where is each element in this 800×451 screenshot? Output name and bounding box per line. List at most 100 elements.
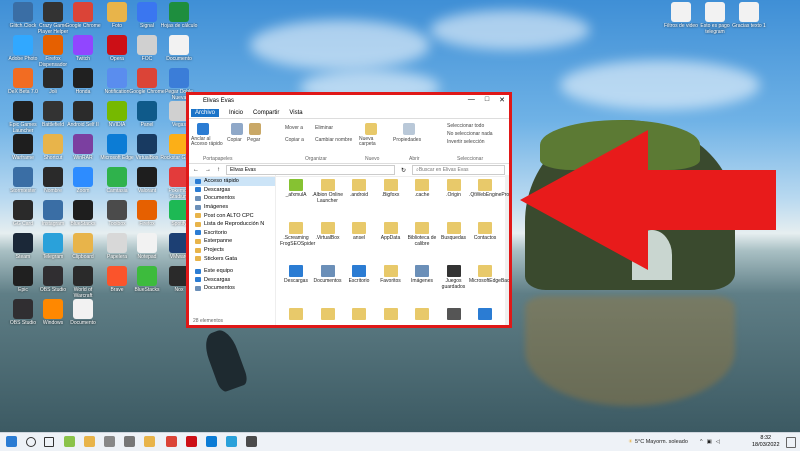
file-item-origin[interactable]: .Origin — [438, 179, 470, 199]
chrome-icon[interactable] — [166, 436, 177, 447]
task-view-icon[interactable] — [44, 437, 54, 447]
handstand-figure — [200, 326, 250, 394]
nav-item-documentos[interactable]: Documentos — [189, 284, 275, 293]
chevron-up-icon[interactable]: ^ — [700, 439, 703, 445]
file-item-juegos-guardados[interactable]: Juegos guardados — [438, 265, 470, 290]
app-2-icon[interactable] — [84, 436, 95, 447]
title-bar[interactable]: Elivas Evas — □ ✕ — [189, 95, 509, 107]
file-item-contactos[interactable]: Contactos — [469, 222, 501, 242]
file-item[interactable] — [469, 308, 501, 322]
network-icon[interactable]: ▣ — [707, 439, 712, 445]
nav-item-documentos[interactable]: Documentos — [189, 194, 275, 203]
volume-icon[interactable]: ◁ — [716, 439, 720, 445]
tab-compartir[interactable]: Compartir — [253, 110, 279, 116]
file-item[interactable] — [406, 308, 438, 322]
file-item-documentos[interactable]: Documentos — [312, 265, 344, 285]
edge-icon[interactable] — [206, 436, 217, 447]
file-item-android[interactable]: .android — [343, 179, 375, 199]
notification-icon[interactable] — [786, 437, 796, 448]
desktop-icon-label: Zoom — [76, 188, 90, 194]
back-icon[interactable]: ← — [193, 167, 199, 173]
tab-archivo[interactable]: Archivo — [191, 108, 220, 117]
tab-inicio[interactable]: Inicio — [229, 110, 243, 116]
file-item-cache[interactable]: .cache — [406, 179, 438, 199]
file-label: .Origin — [446, 192, 461, 198]
file-item-afxmula[interactable]: _afxmulA — [280, 179, 312, 199]
file-item-appdata[interactable]: AppData — [375, 222, 407, 242]
minimize-icon[interactable]: — — [468, 96, 475, 104]
file-item[interactable] — [312, 308, 344, 322]
nav-item-label: Stickers Gata — [204, 255, 238, 262]
select-none-button[interactable]: No seleccionar nada — [447, 131, 493, 137]
nav-item-projects[interactable]: Projects — [189, 246, 275, 255]
nav-item-este-equipo[interactable]: Este equipo — [189, 267, 275, 276]
folder-icon — [320, 179, 335, 191]
nav-item-escritorio[interactable]: Escritorio — [189, 229, 275, 238]
app-6-icon[interactable] — [246, 436, 257, 447]
nav-item-lista-de-reproduccion-n[interactable]: Lista de Reproducción N — [189, 220, 275, 229]
paste-label[interactable]: Pegar — [247, 137, 260, 143]
desktop-icon-documento[interactable]: Documento — [64, 299, 102, 339]
start-icon[interactable] — [6, 436, 17, 447]
search-input[interactable]: ⌕ Buscar en Elivas Evas — [412, 165, 505, 175]
file-item-bigfoxx[interactable]: .Bigfoxx — [375, 179, 407, 199]
new-folder-label[interactable]: Nueva carpeta — [359, 137, 387, 147]
nav-item-imagenes[interactable]: Imágenes — [189, 203, 275, 212]
desktop-icon-gracias-texto-1[interactable]: Gracias texto 1 — [730, 2, 768, 42]
properties-icon[interactable] — [403, 123, 415, 135]
properties-label[interactable]: Propiedades — [393, 137, 421, 143]
file-item-escritorio[interactable]: Escritorio — [343, 265, 375, 285]
maximize-icon[interactable]: □ — [485, 96, 489, 104]
rename-button[interactable]: Cambiar nombre — [315, 137, 352, 143]
refresh-icon[interactable]: ↻ — [401, 167, 406, 174]
app-4-icon[interactable] — [124, 436, 135, 447]
pin-label[interactable]: Anclar al Acceso rápido — [191, 137, 227, 147]
file-item[interactable] — [280, 308, 312, 322]
nav-item-descargas[interactable]: Descargas — [189, 186, 275, 195]
file-item[interactable] — [343, 308, 375, 322]
file-item[interactable] — [438, 308, 470, 322]
file-item[interactable] — [375, 308, 407, 322]
weather-widget[interactable]: ☀ 5°C Mayorm. soleado — [628, 433, 688, 451]
select-all-button[interactable]: Seleccionar todo — [447, 123, 484, 129]
desktop-icon-esto-es-pago-telegram[interactable]: Esto es pago telegram — [696, 2, 734, 42]
address-field[interactable]: Elivas Evas — [226, 165, 395, 175]
nav-item-acceso-rapido[interactable]: Acceso rápido — [189, 177, 275, 186]
file-item-ansel[interactable]: ansel — [343, 222, 375, 242]
nav-item-descargas[interactable]: Descargas — [189, 276, 275, 285]
forward-icon[interactable]: → — [205, 167, 211, 173]
app-1-icon[interactable] — [64, 436, 75, 447]
app-5-icon[interactable] — [144, 436, 155, 447]
delete-button[interactable]: Eliminar — [315, 125, 333, 131]
copy-label[interactable]: Copiar — [227, 137, 242, 143]
tab-vista[interactable]: Vista — [289, 110, 302, 116]
copy-to-button[interactable]: Copiar a — [285, 137, 304, 143]
app-3-icon[interactable] — [104, 436, 115, 447]
nav-item-stickers-gata[interactable]: Stickers Gata — [189, 254, 275, 263]
desktop-icon-filtros-de-video[interactable]: Filtros de video — [662, 2, 700, 42]
telegram-icon[interactable] — [226, 436, 237, 447]
copy-icon[interactable] — [231, 123, 243, 135]
search-icon[interactable] — [26, 437, 36, 447]
clock[interactable]: 8:32 18/03/2022 — [752, 435, 780, 449]
file-item-descargas[interactable]: Descargas — [280, 265, 312, 285]
file-item-microsoftedgebackups[interactable]: MicrosoftEdgeBackups — [469, 265, 509, 285]
nav-item-esterpanne[interactable]: Esterpanne — [189, 237, 275, 246]
file-item-albion-online-launcher[interactable]: .Albion Online Launcher — [312, 179, 344, 204]
file-item-qtwebengineprocess[interactable]: .QtWebEngineProcess — [469, 179, 509, 199]
up-icon[interactable]: ↑ — [217, 167, 220, 173]
file-item-virtualbox[interactable]: .VirtualBox — [312, 222, 344, 242]
file-item-imagenes[interactable]: Imágenes — [406, 265, 438, 285]
new-folder-icon[interactable] — [365, 123, 377, 135]
opera-icon[interactable] — [186, 436, 197, 447]
paste-icon[interactable] — [249, 123, 261, 135]
file-item-favoritos[interactable]: Favoritos — [375, 265, 407, 285]
file-item-busquedas[interactable]: Busquedas — [438, 222, 470, 242]
invert-selection-button[interactable]: Invertir selección — [447, 139, 485, 145]
file-item-biblioteca-de-calibre[interactable]: Biblioteca de calibre — [406, 222, 438, 247]
close-icon[interactable]: ✕ — [499, 96, 505, 104]
nav-item-post-con-alto-cpc[interactable]: Post con ALTO CPC — [189, 211, 275, 220]
pin-icon[interactable] — [197, 123, 209, 135]
move-to-button[interactable]: Mover a — [285, 125, 303, 131]
file-item-screaming-frogseospider[interactable]: .Screaming FrogSEOSpider — [280, 222, 315, 247]
